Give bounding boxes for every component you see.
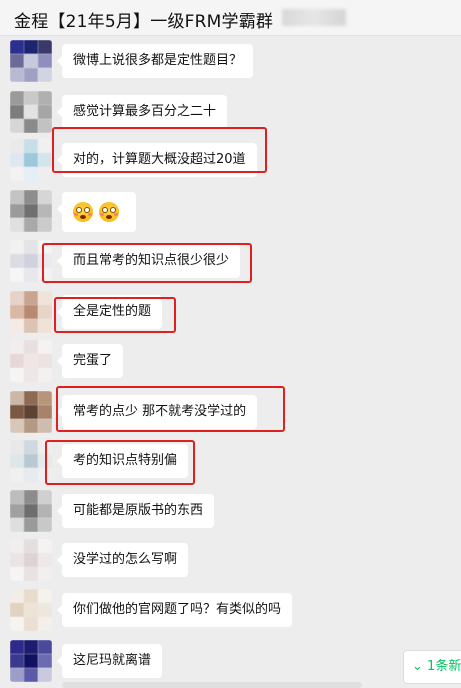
message-input-edge — [62, 682, 362, 688]
avatar[interactable] — [10, 91, 52, 133]
message-row: 你们做他的官网题了吗？有类似的吗 — [0, 589, 461, 631]
highlight-box — [42, 243, 252, 283]
message-row: 可能都是原版书的东西 — [0, 490, 461, 532]
avatar[interactable] — [10, 190, 52, 232]
message-bubble[interactable]: 微博上说很多都是定性题目？ — [56, 44, 254, 78]
message-row — [0, 190, 461, 232]
chat-title[interactable]: 金程【21年5月】一级FRM学霸群 — [14, 7, 273, 32]
chevron-down-icon: ⌄ — [412, 659, 423, 674]
message-bubble[interactable]: 没学过的怎么写啊 — [56, 543, 189, 577]
message-bubble[interactable]: 感觉计算最多百分之二十 — [56, 95, 228, 129]
flushed-face-emoji-icon — [73, 201, 93, 222]
avatar[interactable] — [10, 391, 52, 433]
message-text: 没学过的怎么写啊 — [73, 552, 178, 567]
new-message-toast[interactable]: ⌄ 1条新 — [403, 650, 461, 684]
avatar[interactable] — [10, 640, 52, 682]
avatar[interactable] — [10, 539, 52, 581]
message-bubble[interactable]: 可能都是原版书的东西 — [56, 494, 215, 528]
message-bubble[interactable]: 完蛋了 — [56, 344, 124, 378]
avatar[interactable] — [10, 490, 52, 532]
chat-header: 金程【21年5月】一级FRM学霸群 — [0, 0, 461, 36]
message-row: 感觉计算最多百分之二十 — [0, 91, 461, 133]
message-bubble[interactable] — [57, 192, 136, 232]
avatar[interactable] — [10, 589, 52, 631]
message-row: 这尼玛就离谱 — [0, 640, 461, 682]
flushed-face-emoji-icon — [99, 201, 119, 222]
message-bubble[interactable]: 这尼玛就离谱 — [56, 644, 163, 678]
avatar[interactable] — [10, 139, 52, 181]
highlight-box — [56, 386, 285, 432]
message-text: 可能都是原版书的东西 — [73, 503, 204, 518]
message-row: 微博上说很多都是定性题目？ — [0, 40, 461, 82]
new-message-label: 1条新 — [427, 659, 461, 674]
message-bubble[interactable]: 你们做他的官网题了吗？有类似的吗 — [56, 593, 293, 627]
message-text: 这尼玛就离谱 — [73, 653, 152, 668]
message-text: 完蛋了 — [73, 353, 113, 368]
message-text: 你们做他的官网题了吗？有类似的吗 — [73, 602, 282, 617]
avatar[interactable] — [10, 340, 52, 382]
blurred-member-count — [282, 9, 346, 26]
highlight-box — [52, 127, 267, 173]
message-row: 完蛋了 — [0, 340, 461, 382]
avatar[interactable] — [10, 40, 52, 82]
highlight-box — [54, 297, 176, 333]
highlight-box — [45, 440, 195, 485]
message-text: 微博上说很多都是定性题目？ — [73, 53, 243, 68]
message-text: 感觉计算最多百分之二十 — [73, 104, 217, 119]
avatar[interactable] — [10, 291, 52, 333]
message-row: 没学过的怎么写啊 — [0, 539, 461, 581]
